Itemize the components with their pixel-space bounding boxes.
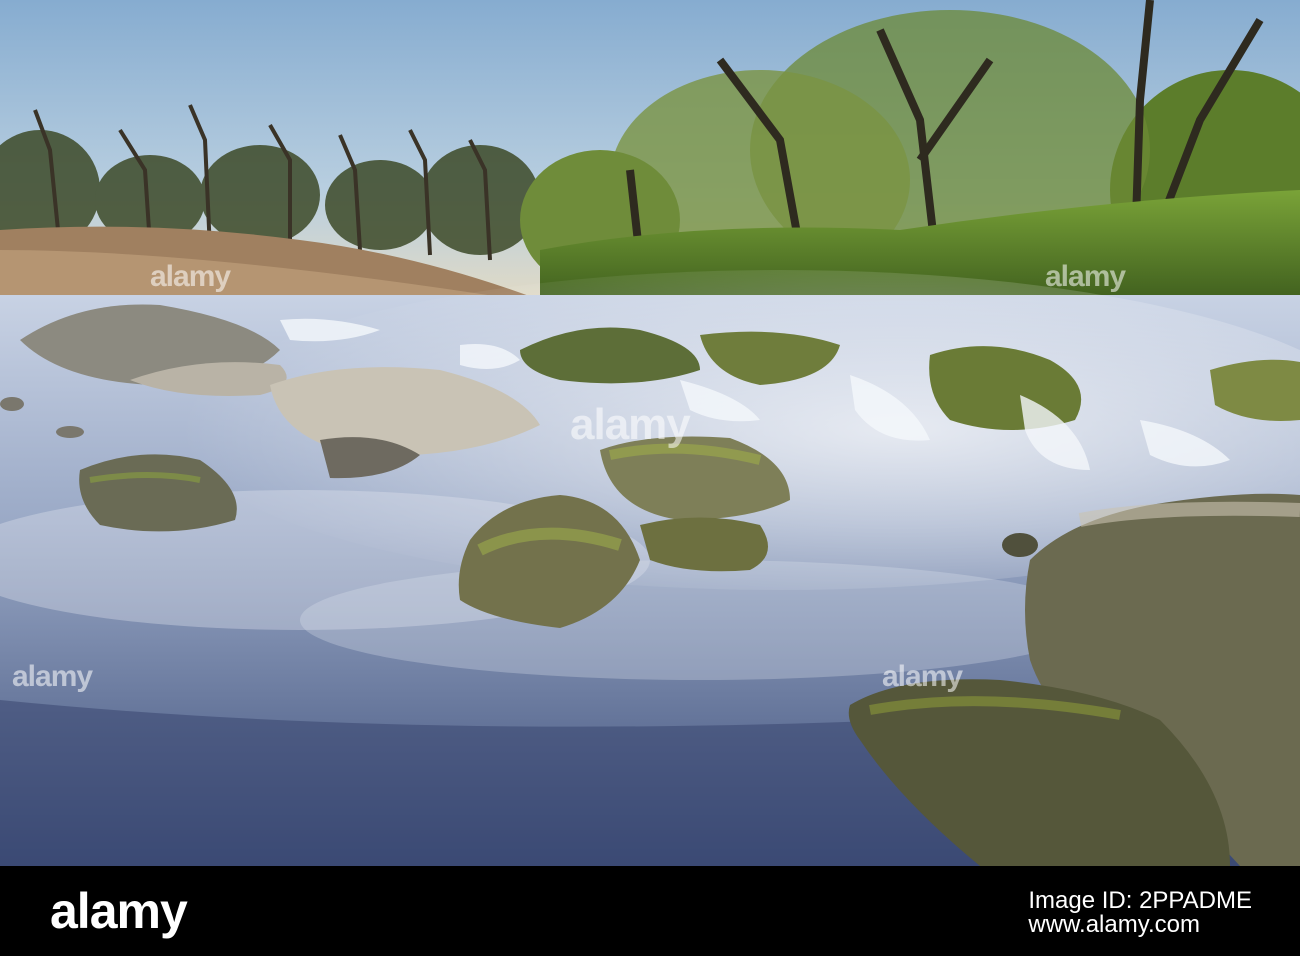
stock-photo: alamy alamy alamy alamy alamy: [0, 0, 1300, 866]
watermark: alamy: [882, 660, 963, 693]
watermark: alamy: [1045, 260, 1126, 293]
site-url: www.alamy.com: [1028, 911, 1200, 938]
watermark: alamy: [12, 660, 93, 693]
watermark: alamy: [150, 260, 231, 293]
image-id-block: Image ID: 2PPADME www.alamy.com: [1028, 889, 1252, 937]
image-id-text: Image ID: 2PPADME: [1028, 887, 1252, 914]
footer-bar: alamy Image ID: 2PPADME www.alamy.com: [0, 866, 1300, 956]
watermark: alamy: [570, 400, 691, 449]
alamy-logo: alamy: [50, 883, 188, 939]
